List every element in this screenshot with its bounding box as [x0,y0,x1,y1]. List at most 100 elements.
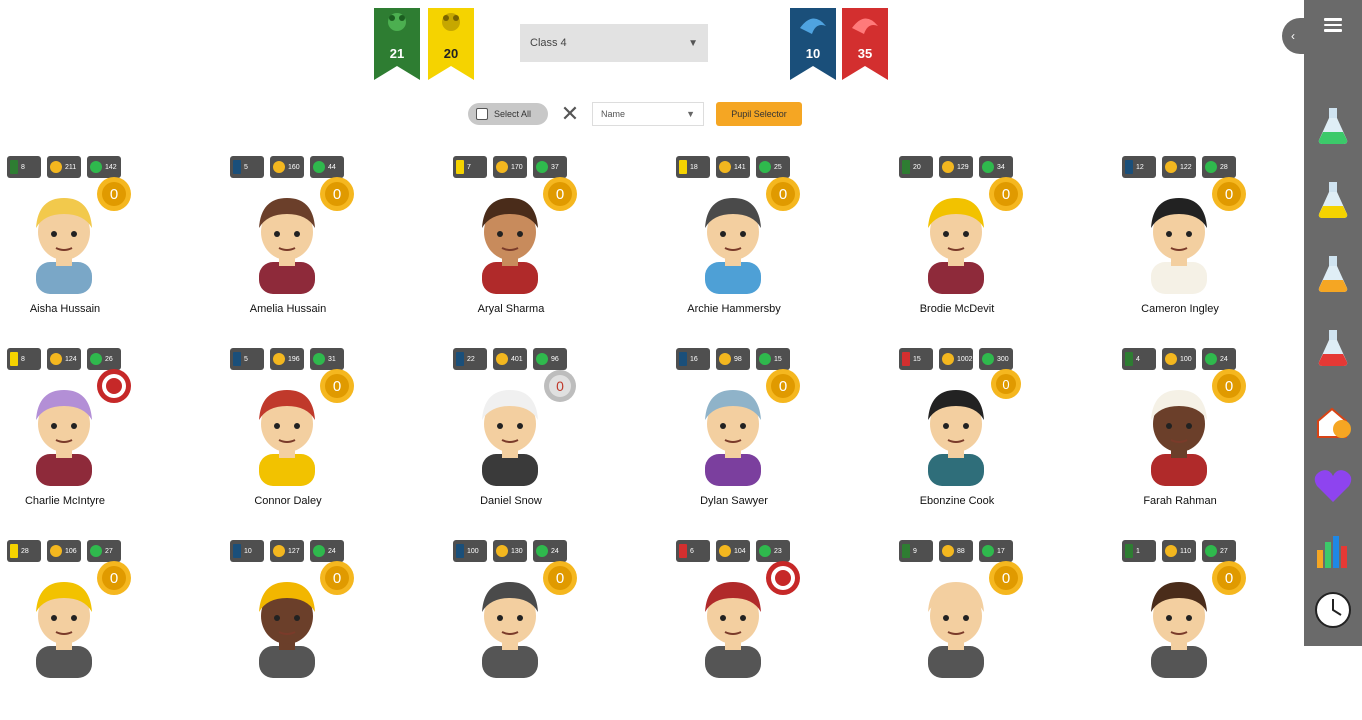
pupil-card[interactable]: 20 129 34 0 Brodie McDevit [892,156,1092,336]
points-icon [536,353,548,365]
award-coin-icon: 0 [320,177,354,211]
points-count: 26 [105,355,113,363]
coins-badge: 106 [47,540,81,562]
house-color-icon [456,544,464,558]
coin-icon [719,161,731,173]
pupil-stats: 10 127 24 [230,540,344,562]
yellow-flask-icon[interactable] [1313,180,1353,220]
points-badge: 31 [310,348,344,370]
house-count: 5 [244,355,248,363]
points-badge: 26 [87,348,121,370]
dragon-icon [842,8,888,80]
heart-icon[interactable] [1313,466,1353,506]
house-count: 16 [690,355,698,363]
house-color-icon [10,160,18,174]
house-count-badge: 16 [676,348,710,370]
points-icon [313,161,325,173]
house-banner-green: 21 [374,8,420,80]
pupil-name: Farah Rahman [1143,495,1217,507]
pupil-card[interactable]: 15 1002 300 0 Ebonzine Cook [892,348,1092,528]
green-flask-icon[interactable] [1313,106,1353,146]
coin-count: 160 [288,163,300,171]
house-color-icon [10,352,18,366]
coins-badge: 170 [493,156,527,178]
coins-badge: 141 [716,156,750,178]
collapse-sidebar-button[interactable]: ‹ [1282,18,1304,54]
house-points: 10 [805,46,821,61]
house-count: 1 [1136,547,1140,555]
points-badge: 27 [87,540,121,562]
house-color-icon [902,544,910,558]
clock-icon[interactable] [1313,590,1353,630]
points-count: 25 [774,163,782,171]
house-count: 7 [467,163,471,171]
pupil-card[interactable]: 18 141 25 0 Archie Hammersby [669,156,869,336]
pupil-card[interactable]: 8 124 26 Charlie McIntyre [0,348,200,528]
house-color-icon [233,544,241,558]
house-color-icon [456,352,464,366]
pupil-stats: 15 1002 300 [899,348,1013,370]
menu-icon[interactable] [1324,18,1342,35]
pupil-card[interactable]: 5 196 31 0 Connor Daley [223,348,423,528]
svg-text:0: 0 [779,186,787,203]
bar-chart-icon[interactable] [1313,530,1353,570]
house-color-icon [233,352,241,366]
pupil-card[interactable]: 7 170 37 0 Aryal Sharma [446,156,646,336]
pupil-card[interactable]: 5 160 44 0 Amelia Hussain [223,156,423,336]
house-color-icon [679,544,687,558]
pupil-selector-button[interactable]: Pupil Selector [716,102,802,126]
award-coin-icon: 0 [766,177,800,211]
pupil-card[interactable]: 10 127 24 0 [223,540,423,720]
award-coin-icon: 0 [320,369,354,403]
points-icon [90,545,102,557]
house-count: 100 [467,547,479,555]
pupil-card[interactable]: 9 88 17 0 [892,540,1092,720]
pupil-card[interactable]: 22 401 96 0 Daniel Snow [446,348,646,528]
pupil-card[interactable]: 28 106 27 0 [0,540,200,720]
coins-badge: 104 [716,540,750,562]
pupil-card[interactable]: 16 98 15 0 Dylan Sawyer [669,348,869,528]
points-count: 34 [997,163,1005,171]
points-badge: 28 [1202,156,1236,178]
coin-icon [273,545,285,557]
points-count: 142 [105,163,117,171]
points-icon [759,545,771,557]
pupil-name: Cameron Ingley [1141,303,1219,315]
chevron-down-icon: ▼ [688,37,698,49]
svg-text:0: 0 [1225,186,1233,203]
dragon-icon [790,8,836,80]
coin-icon [942,545,954,557]
house-points: 35 [857,46,873,61]
pupil-card[interactable]: 4 100 24 0 Farah Rahman [1115,348,1315,528]
orange-flask-icon[interactable] [1313,254,1353,294]
award-coin-icon: 0 [1212,369,1246,403]
clear-selection-button[interactable]: ✕ [560,103,580,125]
svg-text:0: 0 [110,570,118,587]
points-icon [1205,161,1217,173]
sort-select[interactable]: Name ▼ [592,102,704,126]
award-coin-icon: 0 [1212,177,1246,211]
coin-icon [496,353,508,365]
select-all-label: Select All [494,109,532,119]
pupil-card[interactable]: 6 104 23 [669,540,869,720]
select-all-toggle[interactable]: Select All [468,103,548,125]
house-count-badge: 7 [453,156,487,178]
award-coin-icon: 0 [543,561,577,595]
class-select[interactable]: Class 4 ▼ [520,24,708,62]
house-count: 8 [21,355,25,363]
pupil-card[interactable]: 8 211 142 0 Aisha Hussain [0,156,200,336]
house-count-badge: 6 [676,540,710,562]
house-coin-icon[interactable] [1313,402,1353,442]
coin-count: 124 [65,355,77,363]
pupil-card[interactable]: 12 122 28 0 Cameron Ingley [1115,156,1315,336]
points-icon [90,161,102,173]
house-color-icon [679,352,687,366]
red-flask-icon[interactable] [1313,328,1353,368]
points-count: 44 [328,163,336,171]
points-icon [536,545,548,557]
pupil-name: Charlie McIntyre [24,495,106,507]
coin-icon [1165,161,1177,173]
points-count: 300 [997,355,1009,363]
pupil-card[interactable]: 100 130 24 0 [446,540,646,720]
pupil-card[interactable]: 1 110 27 0 [1115,540,1315,720]
